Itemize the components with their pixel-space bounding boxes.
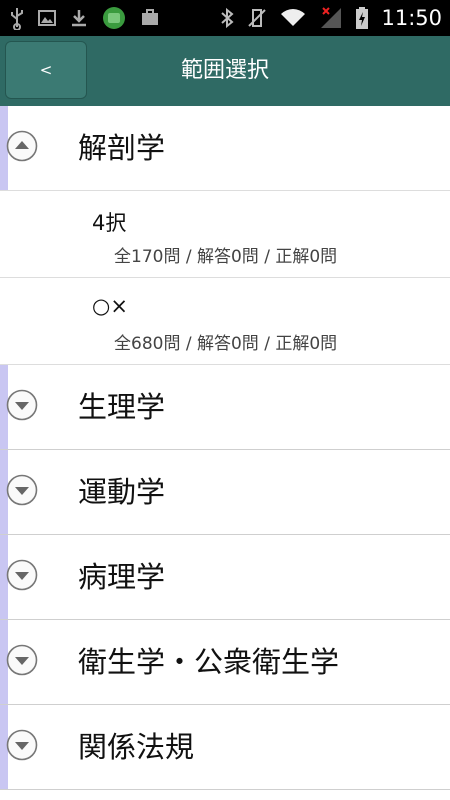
collapse-icon[interactable] (6, 130, 38, 162)
expand-icon[interactable] (6, 389, 38, 421)
group-row-pathology[interactable]: 病理学 (0, 535, 450, 620)
expand-icon[interactable] (6, 559, 38, 591)
image-icon (38, 10, 56, 26)
wifi-icon (281, 9, 306, 26)
child-row-4choice[interactable]: 4択 全170問 / 解答0問 / 正解0問 (0, 191, 450, 278)
group-row-physiology[interactable]: 生理学 (0, 365, 450, 450)
group-row-public-health[interactable]: 衛生学・公衆衛生学 (0, 620, 450, 705)
child-row-truefalse[interactable]: ○× 全680問 / 解答0問 / 正解0問 (0, 278, 450, 365)
group-label: 関係法規 (78, 730, 195, 764)
vibrate-icon (248, 9, 267, 27)
group-row-laws[interactable]: 関係法規 (0, 705, 450, 790)
status-bar: 11:50 (0, 0, 450, 36)
category-list: 解剖学 4択 全170問 / 解答0問 / 正解0問 ○× 全680問 / 解答… (0, 106, 450, 790)
group-label: 病理学 (78, 560, 166, 594)
group-label: 衛生学・公衆衛生学 (78, 645, 340, 679)
child-title: ○× (92, 294, 128, 318)
briefcase-icon (142, 9, 158, 25)
expand-icon[interactable] (6, 644, 38, 676)
child-title: 4択 (92, 211, 127, 235)
signal-icon (321, 7, 342, 28)
usb-icon (11, 8, 23, 30)
download-icon (72, 10, 86, 27)
expand-icon[interactable] (6, 474, 38, 506)
group-label: 運動学 (78, 475, 166, 509)
app-notification-icon (103, 7, 125, 29)
child-stats: 全170問 / 解答0問 / 正解0問 (114, 247, 338, 267)
group-label: 解剖学 (78, 131, 166, 165)
app-header: < 範囲選択 (0, 36, 450, 106)
expand-icon[interactable] (6, 729, 38, 761)
group-row-kinesiology[interactable]: 運動学 (0, 450, 450, 535)
child-stats: 全680問 / 解答0問 / 正解0問 (114, 334, 338, 354)
battery-icon (356, 7, 369, 29)
group-row-anatomy[interactable]: 解剖学 (0, 106, 450, 191)
clock: 11:50 (381, 6, 442, 30)
group-label: 生理学 (78, 390, 166, 424)
bluetooth-icon (221, 7, 235, 29)
back-button[interactable]: < (5, 41, 87, 99)
